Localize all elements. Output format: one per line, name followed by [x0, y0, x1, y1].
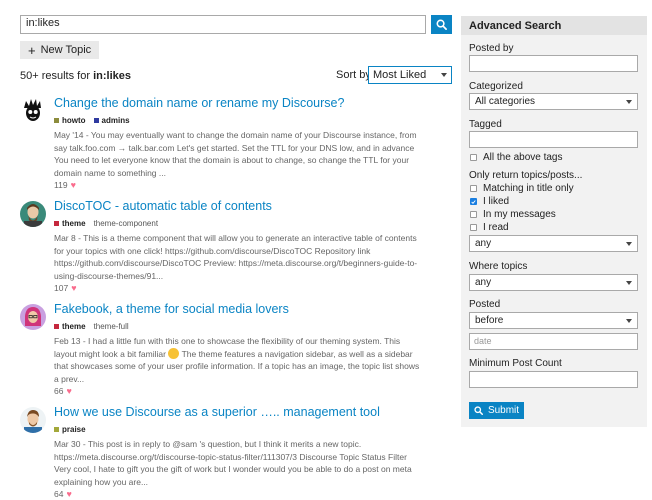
chevron-down-icon [626, 280, 632, 285]
result-blurb: Feb 13 - I had a little fun with this on… [54, 336, 420, 384]
chevron-down-icon [626, 241, 632, 246]
results-count: 50+ results for in:likes [20, 70, 131, 82]
advanced-search-title: Advanced Search [461, 16, 647, 35]
chevron-down-icon [441, 73, 447, 77]
category-badge[interactable]: praise [54, 425, 86, 434]
avatar[interactable] [20, 201, 46, 227]
search-button[interactable] [431, 15, 452, 34]
date-input[interactable]: date [469, 333, 638, 350]
search-icon [474, 406, 483, 415]
only-return-label: Only return topics/posts... [469, 170, 583, 181]
like-count: 64 ♥ [54, 489, 72, 500]
category-badge[interactable]: theme [54, 322, 86, 331]
heart-icon: ♥ [66, 386, 72, 397]
result-title-link[interactable]: How we use Discourse as a superior ….. m… [54, 405, 444, 420]
new-topic-button[interactable]: + New Topic [20, 41, 100, 59]
status-select[interactable]: any [469, 235, 638, 252]
where-topics-label: Where topics [469, 261, 528, 272]
result-blurb: Mar 8 - This is a theme component that w… [54, 233, 418, 281]
matching-title-checkbox[interactable]: Matching in title only [470, 183, 574, 194]
min-post-count-input[interactable] [469, 371, 638, 388]
posted-label: Posted [469, 299, 501, 310]
i-read-checkbox[interactable]: I read [470, 222, 509, 233]
category-badge[interactable]: admins [93, 116, 130, 125]
result-title-link[interactable]: DiscoTOC - automatic table of contents [54, 199, 444, 214]
plus-icon: + [28, 42, 36, 58]
category-select[interactable]: All categories [469, 93, 638, 110]
tag-label[interactable]: theme-full [94, 322, 129, 331]
wink-emoji-icon [168, 347, 180, 359]
sort-select[interactable]: Most Liked [368, 66, 452, 84]
tag-label[interactable]: theme-component [94, 219, 158, 228]
tags-input[interactable] [469, 131, 638, 148]
posted-by-label: Posted by [469, 43, 514, 54]
heart-icon: ♥ [66, 489, 72, 500]
search-icon [436, 19, 447, 30]
category-badge[interactable]: theme [54, 219, 86, 228]
all-tags-checkbox[interactable]: All the above tags [470, 152, 563, 163]
like-count: 119 ♥ [54, 180, 76, 191]
new-topic-label: New Topic [40, 44, 92, 56]
chevron-down-icon [626, 318, 632, 323]
where-topics-select[interactable]: any [469, 274, 638, 291]
search-input[interactable]: in:likes [20, 15, 426, 34]
posted-select[interactable]: before [469, 312, 638, 329]
like-count: 66 ♥ [54, 386, 72, 397]
chevron-down-icon [626, 99, 632, 104]
tagged-label: Tagged [469, 119, 502, 130]
min-post-count-label: Minimum Post Count [469, 358, 562, 369]
result-blurb: Mar 30 - This post is in reply to @sam '… [54, 439, 412, 487]
heart-icon: ♥ [71, 283, 77, 294]
checkmark-icon[interactable] [470, 198, 477, 205]
result-blurb: May '14 - You may eventually want to cha… [54, 130, 417, 178]
sort-label: Sort by [336, 69, 371, 81]
categorized-label: Categorized [469, 81, 523, 92]
i-liked-checkbox[interactable]: I liked [470, 196, 509, 207]
advanced-search-panel: Advanced Search Posted by Categorized Al… [461, 16, 647, 427]
avatar[interactable] [20, 304, 46, 330]
avatar[interactable] [20, 98, 46, 124]
result-title-link[interactable]: Fakebook, a theme for social media lover… [54, 302, 444, 317]
submit-button[interactable]: Submit [469, 402, 524, 419]
result-title-link[interactable]: Change the domain name or rename my Disc… [54, 96, 444, 111]
avatar[interactable] [20, 407, 46, 433]
in-my-messages-checkbox[interactable]: In my messages [470, 209, 556, 220]
heart-icon: ♥ [70, 180, 76, 191]
posted-by-input[interactable] [469, 55, 638, 72]
like-count: 107 ♥ [54, 283, 77, 294]
category-badge[interactable]: howto [54, 116, 86, 125]
